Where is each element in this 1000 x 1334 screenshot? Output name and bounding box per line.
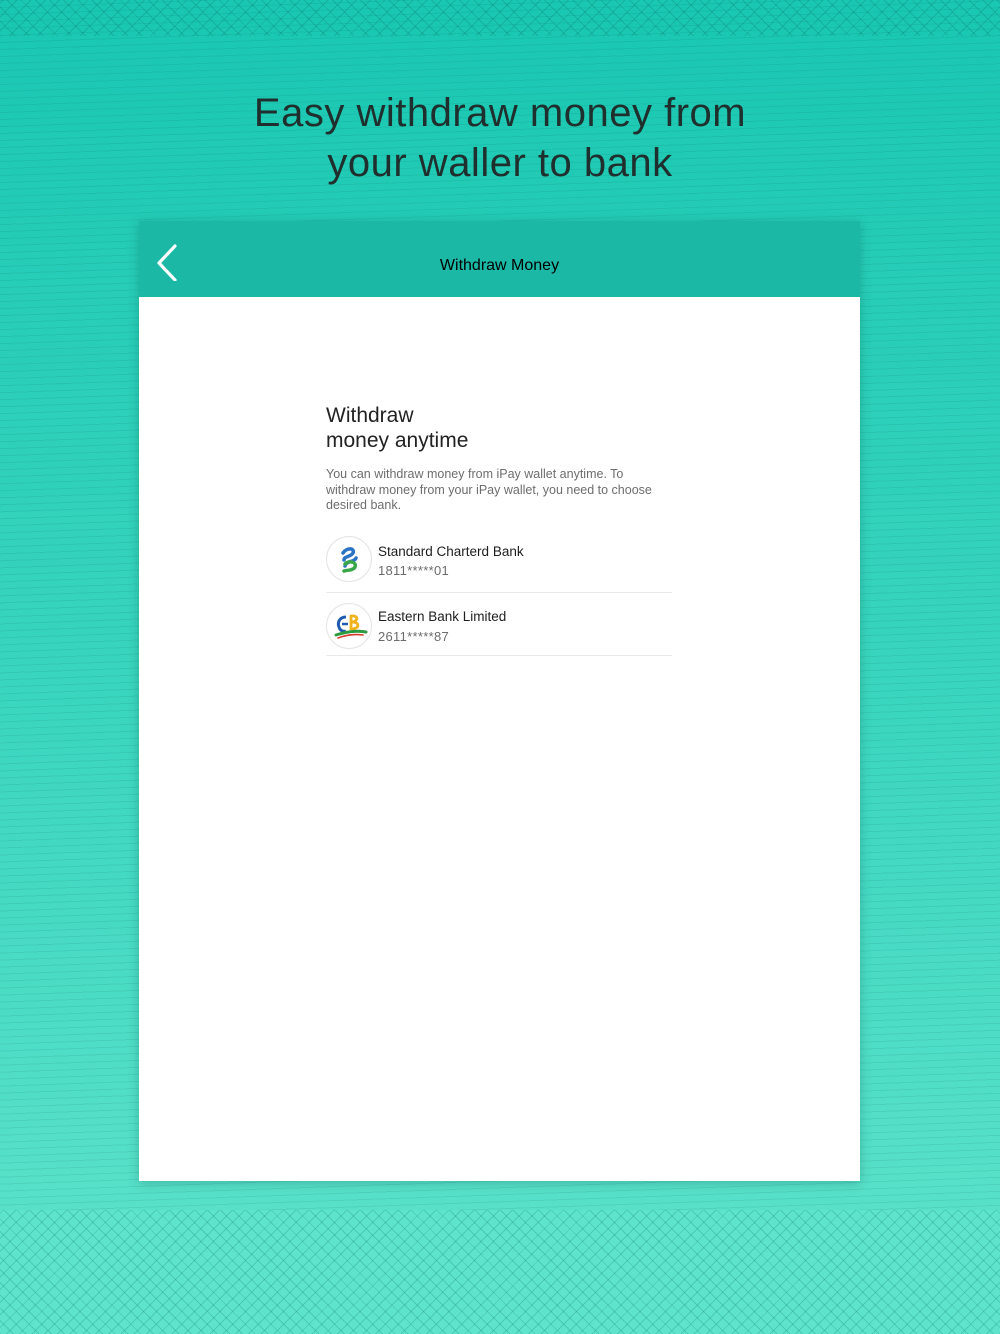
section-title-line-2: money anytime	[326, 429, 469, 452]
background-top-pattern	[0, 0, 1000, 36]
section-description: You can withdraw money from iPay wallet …	[326, 467, 652, 512]
bank-item-eastern-bank[interactable]: Eastern Bank Limited 2611*****87	[326, 593, 672, 656]
promo-headline-line-1: Easy withdraw money from	[253, 91, 747, 135]
withdraw-content: Withdraw money anytime You can withdraw …	[326, 403, 672, 656]
section-title: Withdraw money anytime	[326, 403, 672, 453]
navigation-bar: Withdraw Money	[139, 221, 860, 297]
bank-account-number: 2611*****87	[378, 628, 450, 644]
page-title: Withdraw Money	[439, 257, 560, 274]
promo-headline-line-2: your waller to bank	[327, 141, 673, 185]
app-screen: Withdraw Money Withdraw money anytime Yo…	[139, 221, 860, 1181]
bank-name: Standard Charterd Bank	[378, 543, 524, 559]
bank-item-standard-chartered[interactable]: Standard Charterd Bank 1811*****01	[326, 528, 672, 593]
promo-headline: Easy withdraw money from your waller to …	[0, 88, 1000, 188]
bank-account-number: 1811*****01	[378, 562, 450, 578]
standard-chartered-logo	[326, 535, 372, 582]
bank-list: Standard Charterd Bank 1811*****01 Easte…	[326, 528, 672, 656]
bank-name: Eastern Bank Limited	[378, 608, 507, 624]
section-title-line-1: Withdraw	[326, 404, 414, 427]
eastern-bank-logo	[326, 602, 372, 649]
background-bottom-pattern	[0, 1210, 1000, 1334]
